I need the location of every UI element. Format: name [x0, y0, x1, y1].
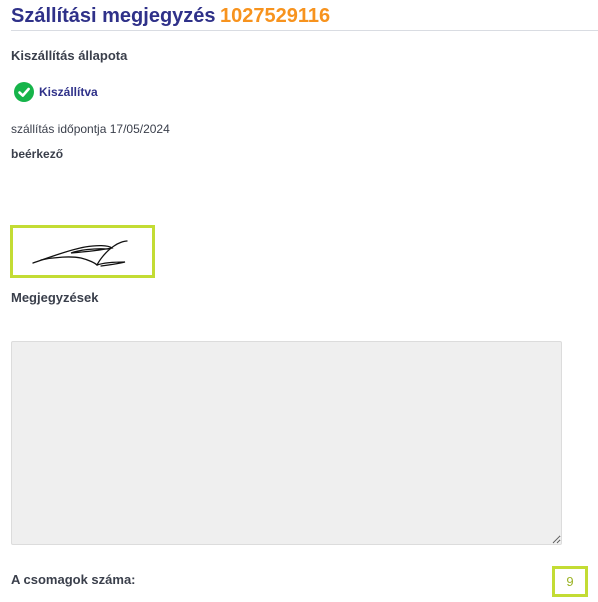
page-header: Szállítási megjegyzés 1027529116 [11, 2, 598, 31]
check-circle-icon [14, 82, 34, 102]
status-value: Kiszállítva [39, 85, 98, 99]
delivery-number: 1027529116 [220, 5, 331, 27]
receiver-label: beérkező [11, 147, 64, 161]
packages-label: A csomagok száma: [11, 572, 136, 587]
notes-textarea[interactable] [11, 341, 562, 545]
status-label: Kiszállítás állapota [11, 48, 128, 63]
delivery-time: szállítás időpontja 17/05/2024 [11, 122, 170, 136]
notes-label: Megjegyzések [11, 290, 99, 305]
resize-grip-icon[interactable] [552, 535, 561, 544]
signature-box [10, 225, 155, 278]
status-row: Kiszállítva [14, 82, 98, 102]
signature-image [32, 240, 128, 267]
packages-count: 9 [552, 566, 588, 597]
page-title: Szállítási megjegyzés [11, 5, 216, 27]
